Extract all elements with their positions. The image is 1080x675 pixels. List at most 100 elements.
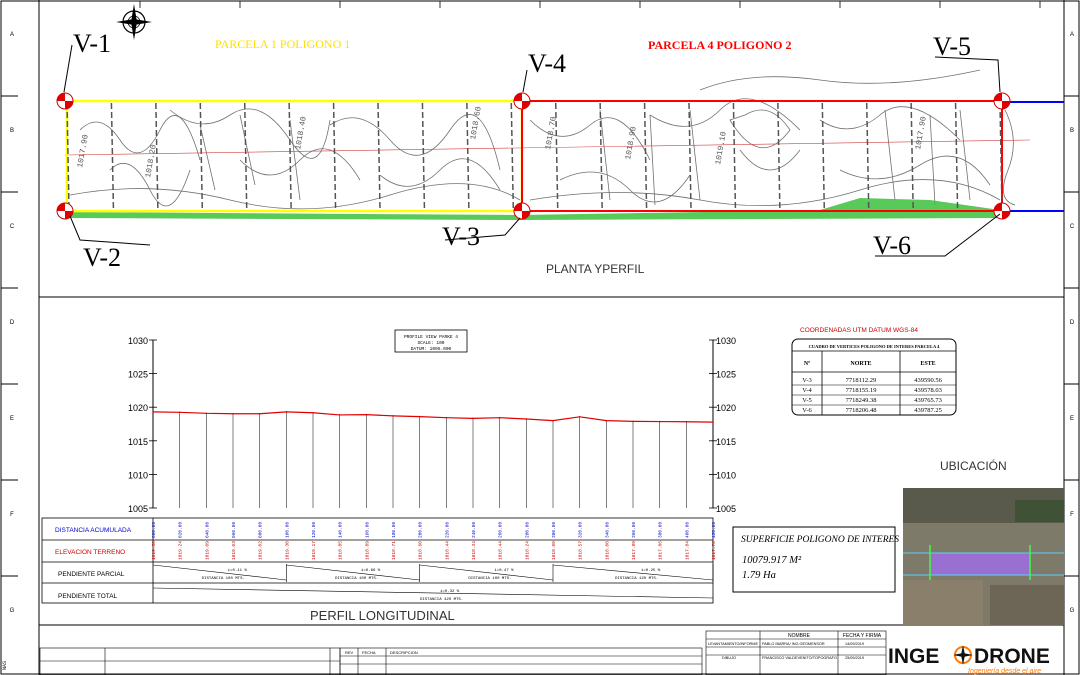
- partial-slope-value: i=0.25 %: [641, 568, 661, 573]
- distance-value: 020.00: [178, 521, 184, 538]
- elevation-value: 1018.00: [551, 541, 557, 560]
- elevation-value: 1019.30: [151, 541, 157, 560]
- coords-heading: COORDENADAS UTM DATUM WGS-84: [800, 327, 918, 334]
- elevation-value: 1018.60: [418, 541, 424, 560]
- border-letter: C: [1070, 224, 1075, 230]
- tb-header-nombre: NOMBRE: [788, 633, 811, 639]
- area-block: SUPERFICIE POLIGONO DE INTERES 10079.917…: [732, 526, 899, 593]
- elevation-value: 1018.44: [498, 541, 504, 560]
- y-tick-label-right: 1010: [716, 470, 736, 480]
- border-letter: F: [1070, 512, 1074, 518]
- terrain-point: [312, 411, 314, 414]
- elevation-value: 1019.03: [231, 541, 237, 560]
- logo-text-left: INGE: [888, 645, 939, 668]
- terrain-point: [232, 412, 234, 415]
- vertex-marker-icon: [56, 92, 74, 110]
- coords-cell-este: 439590.56: [914, 377, 942, 384]
- distance-value: 420.00: [711, 521, 717, 538]
- distance-value: 120.00: [311, 521, 317, 538]
- coords-header-este: ESTE: [920, 361, 935, 367]
- coords-header-norte: NORTE: [850, 361, 871, 367]
- drawing-sheet: A AB BC CD DE EF FG G NAS 1017.90 1018.201018.40…: [0, 0, 1080, 675]
- terrain-point: [392, 415, 394, 417]
- coords-table-title: CUADRO DE VERTICES POLIGONO DE INTERES P…: [809, 344, 941, 349]
- terrain-point: [178, 411, 181, 414]
- terrain-point: [152, 411, 154, 413]
- coords-cell-vertex: V-4: [802, 387, 812, 394]
- tb-row2-name: FRANCISCO VALDEVENITO/TOPOGRAFO: [762, 656, 837, 660]
- distance-value: 000.00: [151, 521, 157, 538]
- distance-value: 300.00: [551, 521, 557, 538]
- distance-value: 080.00: [258, 521, 264, 538]
- rev-header-rev: REV: [345, 650, 354, 655]
- y-tick-label-left: 1005: [128, 504, 148, 514]
- tb-row1-name: PABLO IBARRA/ ING.GEOMENSOR: [762, 642, 825, 646]
- distance-value: 200.00: [418, 521, 424, 538]
- border-letter: B: [1070, 128, 1074, 134]
- logo-text-right: DRONE: [974, 645, 1050, 668]
- border-letter: G: [10, 608, 15, 614]
- coords-cell-norte: 7718112.29: [846, 377, 877, 384]
- tb-header-fecha: FECHA Y FIRMA: [843, 633, 882, 639]
- elevation-value: 1018.57: [578, 541, 584, 560]
- distance-value: 400.00: [684, 521, 690, 538]
- partial-slope-distance: DISTANCIA 100 MTS.: [468, 577, 511, 581]
- distance-value: 280.00: [524, 521, 530, 538]
- coords-cell-este: 439787.25: [914, 407, 942, 414]
- border-letter: G: [1070, 608, 1075, 614]
- rev-header-fecha: FECHA: [362, 650, 376, 655]
- elevation-value: 1017.86: [658, 541, 664, 560]
- elevation-value: 1018.24: [524, 541, 530, 560]
- terrain-point: [445, 416, 448, 419]
- terrain-point: [418, 415, 421, 418]
- elevation-value: 1018.89: [364, 541, 370, 560]
- y-tick-label-right: 1015: [716, 437, 736, 447]
- terrain-point: [365, 413, 368, 416]
- terrain-point: [578, 416, 581, 418]
- vertex-label-v2: V-2: [83, 243, 121, 272]
- vertex-marker-icon: [993, 92, 1011, 110]
- terrain-point: [605, 419, 608, 422]
- terrain-point: [685, 420, 688, 423]
- terrain-point: [498, 416, 501, 419]
- coords-cell-vertex: V-3: [802, 377, 812, 384]
- vertex-label-v4: V-4: [528, 49, 566, 78]
- distance-value: 060.00: [231, 521, 237, 538]
- coords-cell-vertex: V-5: [802, 397, 812, 404]
- satellite-polygon: [930, 553, 1030, 575]
- profile-box-title: PROFILE VIEW PARKE 4: [404, 334, 458, 340]
- row-label-total-slope: PENDIENTE TOTAL: [58, 593, 118, 600]
- coords-cell-norte: 7718155.19: [846, 387, 877, 394]
- terrain-point: [632, 420, 634, 423]
- distance-value: 100.00: [284, 521, 290, 538]
- elevation-value: 1018.34: [471, 541, 477, 560]
- row-label-elevation: ELEVACION TERRENO: [55, 549, 125, 556]
- vertex-label-v6: V-6: [873, 231, 911, 260]
- elevation-value: 1017.84: [684, 541, 690, 560]
- elevation-value: 1019.02: [258, 541, 264, 560]
- terrain-point: [658, 420, 661, 423]
- coords-cell-vertex: V-6: [802, 407, 812, 414]
- partial-slope-distance: DISTANCIA 100 MTS.: [335, 577, 378, 581]
- total-slope-distance: DISTANCIA 420 MTS.: [420, 598, 463, 602]
- distance-value: 160.00: [364, 521, 370, 538]
- area-title: SUPERFICIE POLIGONO DE INTERES: [741, 535, 899, 545]
- satellite-crop: [1015, 500, 1064, 522]
- distance-value: 360.00: [631, 521, 637, 538]
- y-tick-label-left: 1025: [128, 370, 148, 380]
- distance-value: 260.00: [498, 521, 504, 538]
- tb-row1-date: 14/09/2019: [845, 642, 864, 646]
- coords-cell-este: 439578.03: [914, 387, 942, 394]
- coords-cell-norte: 7718249.38: [846, 397, 877, 404]
- border-letter: E: [1070, 416, 1074, 422]
- coords-header-n: Nº: [804, 361, 810, 367]
- elevation-value: 1018.44: [444, 541, 450, 560]
- row-label-partial-slope: PENDIENTE PARCIAL: [58, 571, 125, 578]
- distance-value: 320.00: [578, 521, 584, 538]
- parcel1-title: PARCELA 1 POLIGONO 1: [215, 37, 350, 51]
- terrain-point: [472, 417, 474, 420]
- y-tick-label-right: 1020: [716, 403, 736, 413]
- vertex-label-v3: V-3: [442, 222, 480, 251]
- elevation-value: 1018.85: [338, 541, 344, 560]
- y-tick-label-right: 1030: [716, 336, 736, 346]
